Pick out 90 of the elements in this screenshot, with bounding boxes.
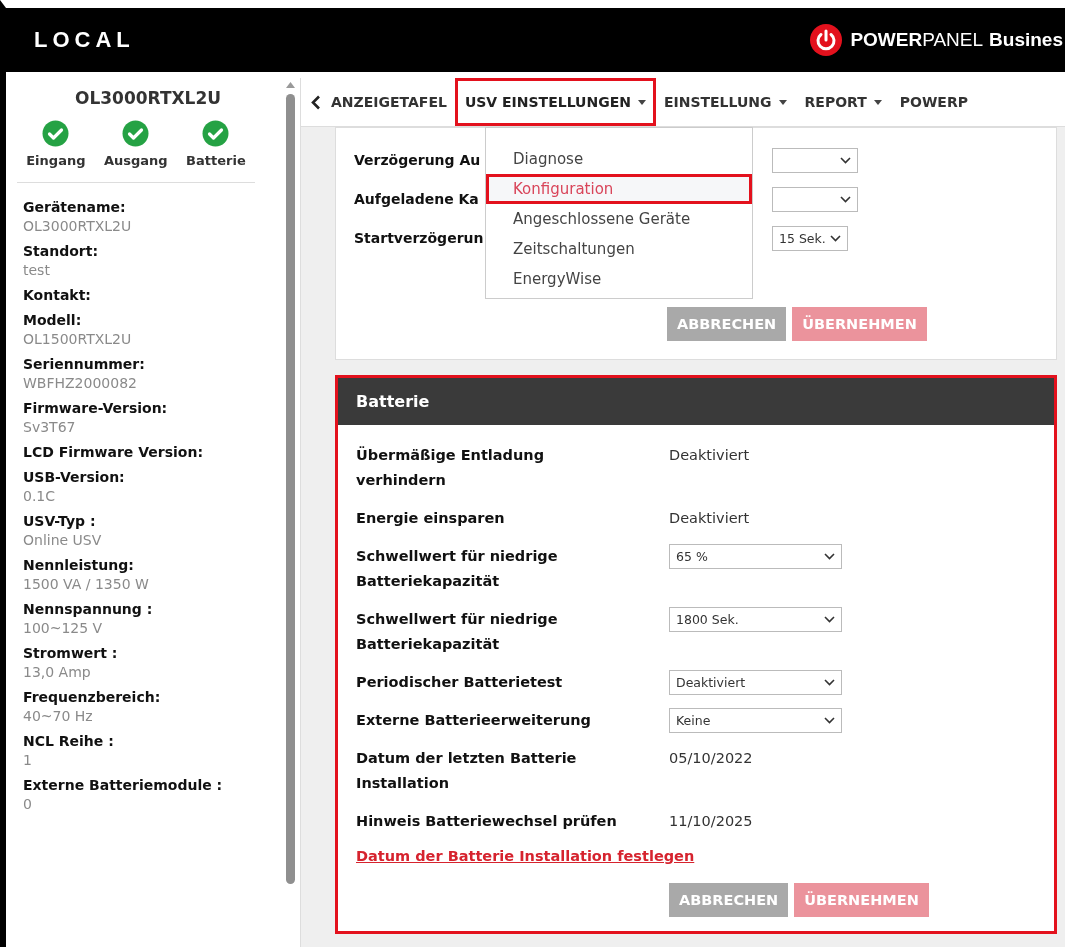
caret-icon bbox=[873, 99, 882, 105]
caret-icon bbox=[778, 99, 787, 105]
setting-label: Energie einsparen bbox=[356, 509, 505, 528]
menu-item[interactable]: Diagnose bbox=[486, 144, 752, 174]
info-value: OL3000RTXL2U bbox=[23, 218, 133, 234]
status-label: Batterie bbox=[186, 153, 246, 168]
info-label: Firmware-Version: bbox=[23, 400, 169, 416]
info-label: NCL Reihe : bbox=[23, 733, 115, 749]
info-value: 0.1C bbox=[23, 488, 57, 504]
info-value: 1500 VA / 1350 W bbox=[23, 576, 150, 592]
check-circle-icon bbox=[42, 120, 70, 147]
nav-menu-item[interactable]: ANZEIGETAFEL bbox=[323, 80, 455, 124]
caret-icon bbox=[637, 99, 646, 105]
chevron-down-icon bbox=[824, 553, 835, 560]
scrollbar-thumb[interactable] bbox=[286, 94, 295, 884]
setting-label: Schwellwert für niedrige Batteriekapazität bbox=[356, 610, 559, 654]
chevron-down-icon bbox=[830, 235, 841, 242]
info-label: Modell: bbox=[23, 312, 83, 328]
chevron-down-icon bbox=[824, 616, 835, 623]
info-label: Stromwert : bbox=[23, 645, 119, 661]
setting-value: 11/10/2025 bbox=[669, 812, 754, 831]
setting-value: Deaktiviert bbox=[669, 446, 751, 465]
app-title: LOCAL bbox=[34, 27, 135, 53]
info-value: 40~70 Hz bbox=[23, 708, 94, 724]
info-label: USV-Typ : bbox=[23, 513, 97, 529]
setting-label: Verzögerung Au bbox=[354, 151, 481, 170]
info-label: USB-Version: bbox=[23, 469, 126, 485]
set-date-link[interactable]: Datum der Batterie Installation festlegen bbox=[338, 848, 713, 864]
info-value: 1 bbox=[23, 752, 33, 768]
menu-item[interactable]: Zeitschaltungen bbox=[486, 234, 752, 264]
chevron-down-icon bbox=[824, 679, 835, 686]
card-header: Batterie bbox=[338, 378, 1054, 425]
setting-label: Hinweis Batteriewechsel prüfen bbox=[356, 812, 617, 831]
select-value: Deaktiviert bbox=[676, 675, 746, 690]
dropdown-select[interactable] bbox=[772, 187, 858, 212]
chevron-left-icon[interactable] bbox=[311, 94, 321, 110]
dropdown-select[interactable]: 15 Sek. bbox=[772, 226, 848, 251]
info-label: Kontakt: bbox=[23, 287, 92, 303]
info-value: 0 bbox=[23, 796, 33, 812]
info-label: Gerätename: bbox=[23, 199, 127, 215]
dropdown-select[interactable]: Deaktiviert bbox=[669, 670, 842, 695]
setting-label: Schwellwert für niedrige Batteriekapazität bbox=[356, 547, 559, 591]
dropdown-select[interactable] bbox=[772, 148, 858, 173]
chevron-down-icon bbox=[840, 196, 851, 203]
info-value: 13,0 Amp bbox=[23, 664, 92, 680]
brand-name: POWERPANEL Busines bbox=[850, 29, 1063, 51]
info-label: Externe Batteriemodule : bbox=[23, 777, 224, 793]
setting-label: Datum der letzten Batterie Installation bbox=[356, 749, 578, 793]
check-circle-icon bbox=[202, 120, 230, 147]
setting-value: 05/10/2022 bbox=[669, 749, 754, 768]
dropdown-select[interactable]: 1800 Sek. bbox=[669, 607, 842, 632]
info-label: Nennspannung : bbox=[23, 601, 154, 617]
scroll-up-icon[interactable] bbox=[286, 82, 295, 88]
info-value: Online USV bbox=[23, 532, 103, 548]
info-label: Nennleistung: bbox=[23, 557, 135, 573]
info-label: LCD Firmware Version: bbox=[23, 444, 204, 460]
select-value: 65 % bbox=[676, 549, 708, 564]
dropdown-select[interactable]: 65 % bbox=[669, 544, 842, 569]
setting-label: Aufgeladene Ka bbox=[354, 190, 479, 209]
setting-label: Übermäßige Entladung verhindern bbox=[356, 445, 545, 490]
status-label: Eingang bbox=[26, 153, 86, 168]
select-value: Keine bbox=[676, 713, 711, 728]
select-value: 15 Sek. bbox=[779, 231, 826, 246]
info-label: Standort: bbox=[23, 243, 100, 259]
chevron-down-icon bbox=[840, 157, 851, 164]
nav-menu-item[interactable]: POWERP bbox=[891, 80, 976, 124]
power-logo-icon bbox=[810, 24, 843, 56]
info-value: WBFHZ2000082 bbox=[23, 375, 138, 391]
setting-label: Periodischer Batterietest bbox=[356, 673, 563, 692]
device-name: OL3000RTXL2U bbox=[73, 88, 223, 108]
setting-value: Deaktiviert bbox=[669, 509, 751, 528]
status-label: Ausgang bbox=[103, 153, 168, 168]
setting-label: Externe Batterieerweiterung bbox=[356, 711, 591, 730]
nav-menu-item[interactable]: USV EINSTELLUNGEN bbox=[456, 80, 654, 124]
select-value: 1800 Sek. bbox=[676, 612, 739, 627]
chevron-down-icon bbox=[824, 717, 835, 724]
info-label: Seriennummer: bbox=[23, 356, 146, 372]
setting-label: Startverzögerun bbox=[354, 229, 484, 248]
check-circle-icon bbox=[122, 120, 150, 147]
info-value: OL1500RTXL2U bbox=[23, 331, 133, 347]
dropdown-select[interactable]: Keine bbox=[669, 708, 842, 733]
info-value: 100~125 V bbox=[23, 620, 104, 636]
info-value: test bbox=[23, 262, 51, 278]
info-value: Sv3T67 bbox=[23, 419, 77, 435]
info-label: Frequenzbereich: bbox=[23, 689, 162, 705]
nav-menu-item[interactable]: EINSTELLUNG bbox=[655, 80, 795, 124]
nav-menu-item[interactable]: REPORT bbox=[796, 80, 890, 124]
menu-item[interactable]: EnergyWise bbox=[486, 264, 752, 294]
menu-item[interactable]: Angeschlossene Geräte bbox=[486, 204, 752, 234]
menu-item[interactable]: Konfiguration bbox=[486, 174, 752, 204]
